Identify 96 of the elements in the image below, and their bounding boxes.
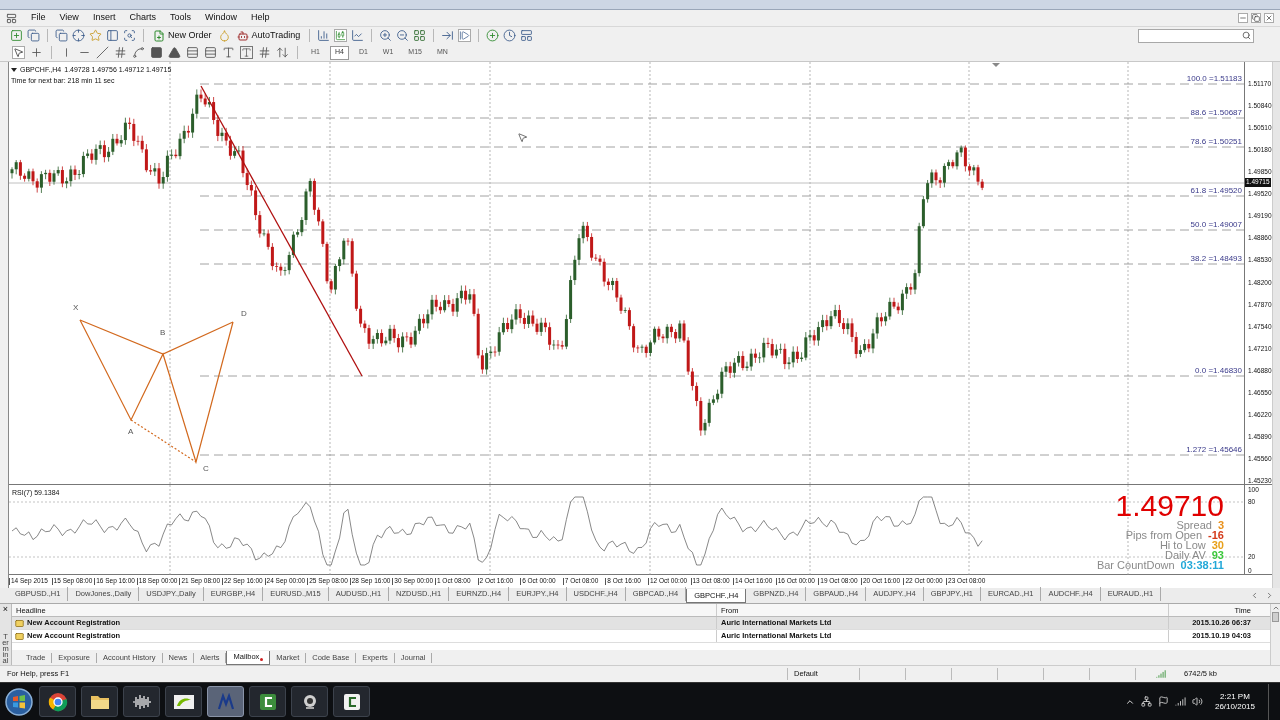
close-panel-button[interactable]: × [2,604,9,614]
scrollbar-track[interactable] [1272,62,1280,588]
autoscroll-icon[interactable] [458,29,472,42]
info-label: Pips from Open [1125,530,1203,540]
volume-icon[interactable] [1191,696,1203,707]
trendline-icon[interactable] [96,46,109,59]
taskbar-clock[interactable]: 2:21 PM 26/10/2015 [1214,691,1255,712]
clock-time: 2:21 PM [1220,691,1250,702]
pattern-point-label: B [160,329,166,337]
minimize-icon[interactable] [1238,13,1248,23]
info-value: -16 [1208,530,1224,540]
info-label: Hi to Low [1159,540,1206,550]
search-icon[interactable] [123,29,136,42]
chart-shift-marker-icon[interactable] [992,63,1000,67]
signal-icon[interactable] [1174,696,1186,707]
fibonacci-label: 38.2 =1.48493 [1190,255,1242,263]
plus-circle-icon[interactable] [486,29,500,42]
start-orb-icon[interactable] [4,686,34,717]
search-field[interactable] [1138,28,1254,43]
live-price: 1.49710 [1115,492,1224,520]
connection-bars-icon [1156,669,1166,679]
scroll-right-icon[interactable] [1265,591,1274,600]
crosshair-icon[interactable] [72,29,85,42]
menu-item[interactable]: Window [198,11,243,25]
plus-square-icon[interactable] [10,29,23,42]
info-label: Spread [1176,520,1212,530]
info-label: Bar CountDown [1096,560,1175,570]
candlestick-icon[interactable] [334,29,348,42]
collapse-arrow-icon[interactable] [11,68,17,73]
webcam-icon[interactable] [291,686,328,717]
fibonacci-label: 88.6 =1.50687 [1190,109,1242,117]
cursor-icon [517,132,528,143]
new-order-button[interactable]: New Order [151,28,214,43]
trading-app-icon[interactable] [207,686,244,717]
close-icon[interactable] [1264,13,1274,23]
fibonacci-label: 61.8 =1.49520 [1190,187,1242,195]
clock-date: 26/10/2015 [1214,701,1255,712]
crosshair-icon[interactable] [30,46,43,59]
scroll-left-icon[interactable] [1250,591,1259,600]
robot-icon [236,29,249,42]
scroll-up-icon[interactable] [1271,604,1280,612]
flag-icon[interactable] [1157,696,1169,707]
levels-icon[interactable] [204,46,217,59]
fibonacci-label: 78.6 =1.50251 [1190,138,1242,146]
fibonacci-label: 0.0 =1.46830 [1195,367,1242,375]
envelope-icon [15,631,24,641]
star-icon[interactable] [89,29,102,42]
fibonacci-label: 1.272 =1.45646 [1186,446,1242,454]
waveform-icon[interactable] [123,686,160,717]
pattern-point-label: X [73,304,79,312]
pattern-point-label: C [203,465,209,473]
autotrading-button[interactable]: AutoTrading [234,28,303,43]
menu-item[interactable]: Help [244,11,276,25]
text-label-icon[interactable] [240,46,253,59]
grid-icon[interactable] [413,29,427,42]
recorder-icon[interactable] [333,686,370,717]
bar-chart-icon[interactable] [317,29,331,42]
pattern-point-label: A [128,428,134,436]
browser-icon[interactable] [39,686,76,717]
chart-shift-icon[interactable] [441,29,455,42]
text-tool-icon[interactable] [222,46,235,59]
menu-item[interactable]: Insert [86,11,122,25]
pointer-icon[interactable] [12,46,25,59]
menu-item[interactable]: File [25,11,52,25]
clock-icon[interactable] [503,29,517,42]
network-icon[interactable] [1140,696,1152,707]
info-value: 3 [1217,520,1224,530]
search-icon[interactable] [1242,31,1251,40]
restore-icon[interactable] [1251,13,1261,23]
pattern-point-label: D [241,310,247,318]
zoom-out-icon[interactable] [396,29,410,42]
info-value: 03:38:11 [1180,560,1224,570]
recorder-icon[interactable] [249,686,286,717]
zoom-in-icon[interactable] [379,29,393,42]
app-icon[interactable] [6,12,17,24]
info-value: 93 [1211,550,1224,560]
rectangle-icon[interactable] [150,46,163,59]
template-icon[interactable] [520,29,534,42]
fibonacci-label: 50.0 =1.49007 [1190,221,1242,229]
info-value: 30 [1211,540,1224,550]
menu-item[interactable]: View [53,11,85,25]
arrows-icon[interactable] [276,46,289,59]
triangle-icon[interactable] [168,46,181,59]
document-plus-icon [153,29,165,42]
copy-icon[interactable] [27,29,40,42]
leaf-icon[interactable] [165,686,202,717]
envelope-icon [15,618,24,628]
folder-icon[interactable] [81,686,118,717]
menu-item[interactable]: Charts [123,11,162,25]
line-chart-icon[interactable] [351,29,365,42]
info-label: Daily AV [1165,550,1206,560]
scrollbar-thumb[interactable] [1272,612,1279,622]
panel-icon[interactable] [106,29,119,42]
rows-icon[interactable] [186,46,199,59]
fibonacci-label: 100.0 =1.51183 [1186,75,1242,83]
menu-item[interactable]: Tools [163,11,197,25]
